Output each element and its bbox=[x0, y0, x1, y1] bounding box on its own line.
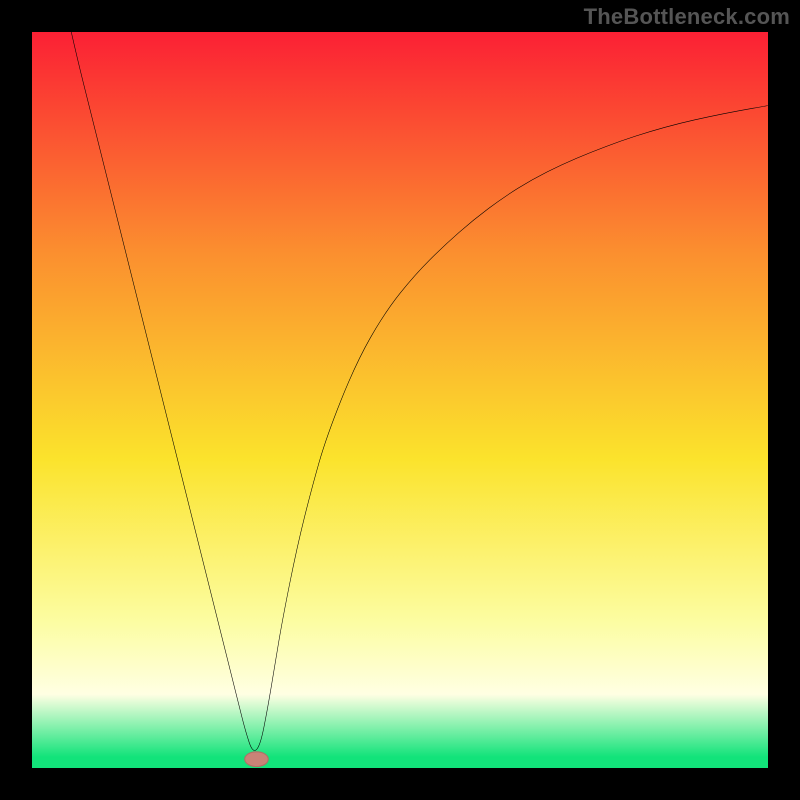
optimum-marker bbox=[245, 752, 269, 767]
gradient-fill bbox=[32, 32, 768, 768]
plot-area bbox=[32, 32, 768, 768]
plot-svg bbox=[32, 32, 768, 768]
chart-stage: TheBottleneck.com bbox=[0, 0, 800, 800]
watermark-text: TheBottleneck.com bbox=[584, 4, 790, 30]
